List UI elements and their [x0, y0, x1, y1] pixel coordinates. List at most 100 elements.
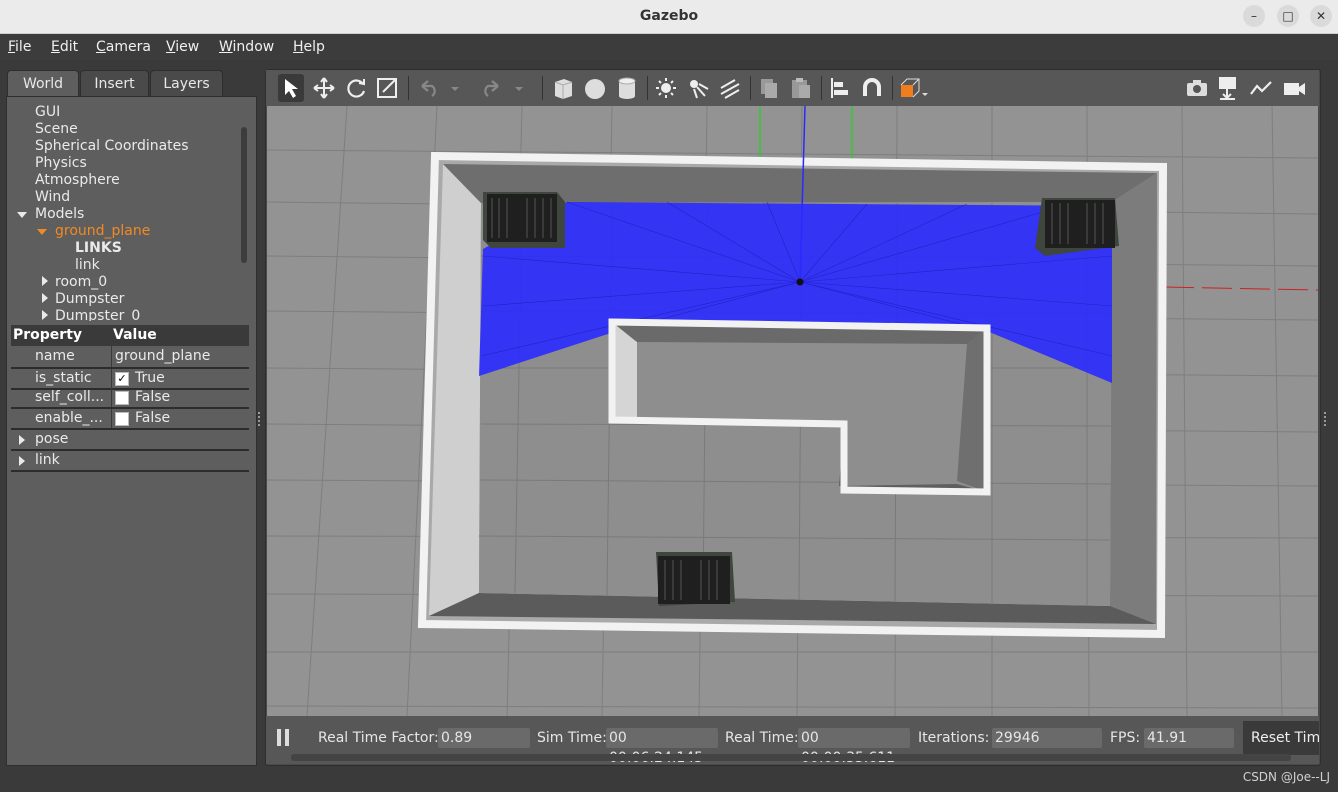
property-name: enable_... [35, 410, 103, 426]
fps-label: FPS: [1110, 730, 1141, 746]
property-name: self_coll... [35, 389, 105, 405]
is-static-checkbox[interactable]: ✓ [115, 372, 129, 386]
close-button[interactable]: ✕ [1310, 5, 1332, 27]
sphere-icon[interactable] [582, 74, 608, 102]
menu-help[interactable]: Help [293, 39, 325, 55]
menu-window[interactable]: Window [219, 39, 274, 55]
tree-scrollbar[interactable] [241, 127, 247, 263]
tree-item-physics[interactable]: Physics [35, 155, 87, 171]
toolbar-separator [647, 76, 648, 100]
snap-icon[interactable] [859, 74, 885, 102]
box-icon[interactable] [550, 74, 576, 102]
tree-item-link[interactable]: link [75, 257, 100, 273]
property-row[interactable]: is_static ✓ True [11, 367, 249, 390]
menu-camera[interactable]: Camera [96, 39, 151, 55]
redo-icon[interactable] [478, 74, 504, 102]
expand-pose-icon[interactable] [19, 435, 25, 445]
property-name: name [35, 348, 75, 364]
screenshot-icon[interactable] [1184, 74, 1210, 102]
toolbar-separator [750, 76, 751, 100]
pause-icon[interactable] [277, 729, 281, 746]
redo-dropdown-icon[interactable] [512, 74, 526, 102]
align-icon[interactable] [827, 74, 853, 102]
minimize-button[interactable]: – [1243, 5, 1265, 27]
dumpster-top-left [483, 192, 565, 248]
undo-dropdown-icon[interactable] [448, 74, 462, 102]
tree-item-ground-plane[interactable]: ground_plane [55, 223, 150, 239]
tree-item-dumpster[interactable]: Dumpster [55, 291, 124, 307]
tree-item-models[interactable]: Models [35, 206, 84, 222]
tree-item-atmosphere[interactable]: Atmosphere [35, 172, 120, 188]
cylinder-icon[interactable] [614, 74, 640, 102]
dumpster-top-right [1035, 198, 1119, 256]
expand-models-icon[interactable] [17, 212, 27, 218]
copy-icon[interactable] [756, 74, 782, 102]
menu-file[interactable]: File [8, 39, 31, 55]
scale-icon[interactable] [375, 74, 401, 102]
property-row[interactable]: enable_... False [11, 409, 249, 430]
paste-icon[interactable] [788, 74, 814, 102]
record-video-icon[interactable] [1281, 74, 1307, 102]
toolbar-separator [542, 76, 543, 100]
tree-item-spherical-coordinates[interactable]: Spherical Coordinates [35, 138, 189, 154]
column-divider [111, 345, 112, 367]
rotate-icon[interactable] [343, 74, 369, 102]
property-value: False [135, 389, 171, 405]
menu-view[interactable]: View [166, 39, 199, 55]
reset-time-button[interactable]: Reset Tim [1243, 721, 1319, 755]
tree-item-gui[interactable]: GUI [35, 104, 60, 120]
tab-layers[interactable]: Layers [150, 70, 223, 98]
pause-icon-bar[interactable] [285, 729, 289, 746]
point-light-icon[interactable] [653, 74, 679, 102]
window-title: Gazebo [639, 8, 699, 24]
title-bar: Gazebo – □ ✕ [0, 0, 1338, 34]
toolbar-separator [892, 76, 893, 100]
panel-splitter[interactable] [258, 412, 262, 426]
select-arrow-icon[interactable] [278, 74, 304, 102]
tree-item-dumpster-0[interactable]: Dumpster_0 [55, 308, 140, 321]
property-row[interactable]: self_coll... False [11, 388, 249, 409]
property-group-label: pose [35, 431, 69, 447]
property-group-link[interactable]: link [11, 451, 249, 472]
iterations-label: Iterations: [918, 730, 990, 746]
property-group-pose[interactable]: pose [11, 430, 249, 451]
status-scrollbar[interactable] [291, 754, 1291, 761]
property-header: Property Value [11, 325, 249, 346]
toolbar [266, 70, 1319, 106]
maximize-button[interactable]: □ [1277, 5, 1299, 27]
tree-item-wind[interactable]: Wind [35, 189, 70, 205]
right-panel-splitter[interactable] [1324, 412, 1328, 426]
enable-wind-checkbox[interactable] [115, 412, 129, 426]
tree-item-scene[interactable]: Scene [35, 121, 78, 137]
3d-viewport[interactable] [266, 105, 1319, 717]
log-icon[interactable] [1216, 74, 1242, 102]
menu-edit[interactable]: Edit [51, 39, 78, 55]
expand-dumpster-icon[interactable] [42, 293, 48, 303]
property-row[interactable]: name ground_plane [11, 345, 249, 367]
expand-dumpster-0-icon[interactable] [42, 310, 48, 320]
undo-icon[interactable] [416, 74, 442, 102]
self-collide-checkbox[interactable] [115, 391, 129, 405]
tree-item-room-0[interactable]: room_0 [55, 274, 107, 290]
expand-room-icon[interactable] [42, 276, 48, 286]
fps-value: 41.91 [1144, 728, 1234, 748]
directional-light-icon[interactable] [717, 74, 743, 102]
dumpster-bottom [656, 552, 735, 606]
tab-world[interactable]: World [7, 70, 79, 99]
property-group-label: link [35, 452, 60, 468]
value-col-header: Value [113, 327, 157, 343]
tree-item-links-header: LINKS [75, 240, 122, 256]
expand-link-icon[interactable] [19, 456, 25, 466]
world-panel: GUI Scene Spherical Coordinates Physics … [6, 96, 257, 766]
column-divider [111, 388, 112, 407]
toolbar-separator [821, 76, 822, 100]
toolbar-separator [408, 76, 409, 100]
tab-insert[interactable]: Insert [80, 70, 149, 98]
plot-icon[interactable] [1248, 74, 1274, 102]
view-angle-icon[interactable] [898, 74, 930, 102]
world-tree: GUI Scene Spherical Coordinates Physics … [7, 97, 243, 321]
translate-icon[interactable] [311, 74, 337, 102]
watermark: CSDN @Joe--LJ [1242, 770, 1330, 784]
spot-light-icon[interactable] [685, 74, 711, 102]
expand-ground-plane-icon[interactable] [37, 229, 47, 235]
